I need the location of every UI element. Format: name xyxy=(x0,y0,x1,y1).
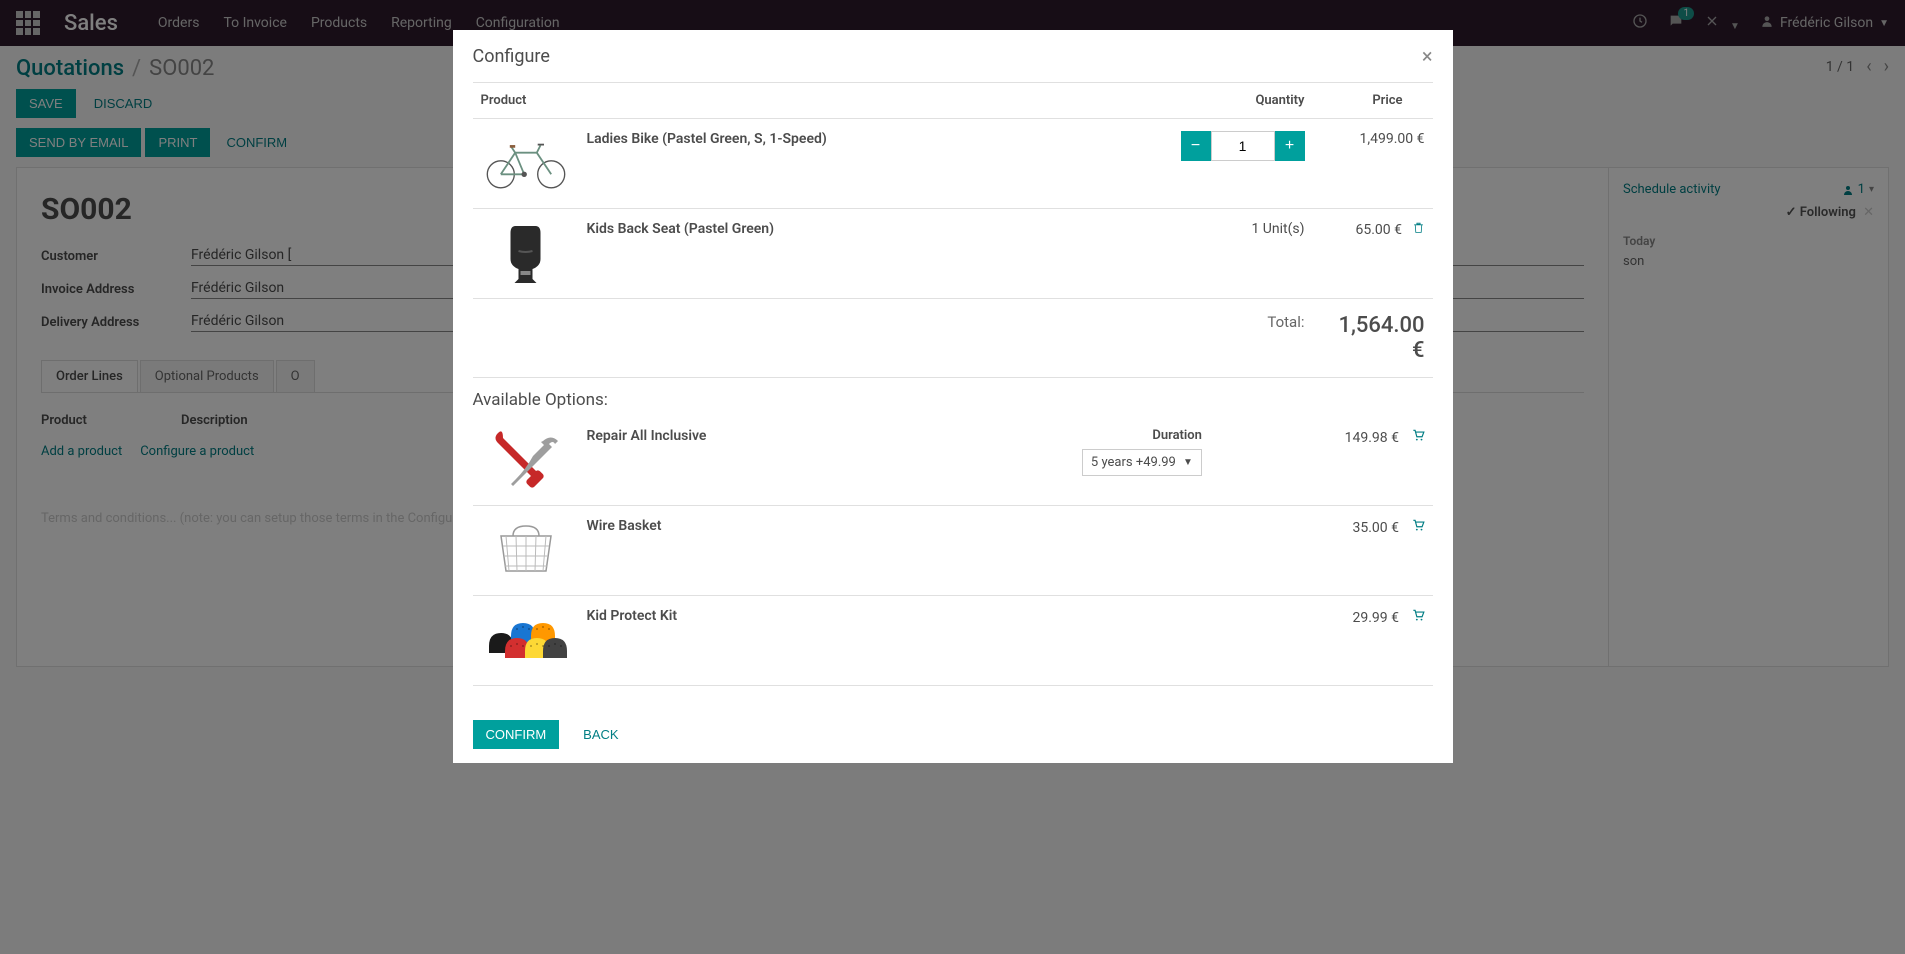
quantity-stepper: − + xyxy=(1181,131,1305,161)
trash-icon[interactable] xyxy=(1412,221,1425,238)
product-name: Ladies Bike (Pastel Green, S, 1-Speed) xyxy=(587,131,1145,147)
option-price: 149.98 € xyxy=(1345,430,1399,446)
line-qty-text: 1 Unit(s) xyxy=(1251,221,1304,237)
modal-footer: CONFIRM BACK xyxy=(453,706,1453,763)
qty-minus-button[interactable]: − xyxy=(1181,131,1211,161)
line-price: 65.00 € xyxy=(1356,222,1403,238)
product-image-seat xyxy=(481,221,571,286)
total-label: Total: xyxy=(473,299,1313,378)
option-name: Repair All Inclusive xyxy=(587,428,887,444)
options-table: Repair All Inclusive Duration 5 years +4… xyxy=(473,416,1433,686)
duration-select[interactable]: 5 years +49.99 ▼ xyxy=(1082,449,1202,476)
product-image-bike xyxy=(481,131,571,196)
option-name: Kid Protect Kit xyxy=(587,608,887,624)
th-product: Product xyxy=(473,83,1153,119)
th-quantity: Quantity xyxy=(1153,83,1313,119)
option-name: Wire Basket xyxy=(587,518,887,534)
line-price: 1,499.00 € xyxy=(1360,131,1425,147)
product-image-repair xyxy=(481,428,571,493)
qty-plus-button[interactable]: + xyxy=(1275,131,1305,161)
total-value: 1,564.00 € xyxy=(1313,299,1433,378)
config-table: Product Quantity Price xyxy=(473,82,1433,378)
config-line: Ladies Bike (Pastel Green, S, 1-Speed) −… xyxy=(473,119,1433,209)
th-price: Price xyxy=(1313,83,1433,119)
option-row: Kid Protect Kit 29.99 € xyxy=(473,596,1433,686)
modal-backdrop: Configure × Product Quantity Price xyxy=(0,0,1905,954)
chevron-down-icon: ▼ xyxy=(1183,457,1193,468)
back-button[interactable]: BACK xyxy=(571,721,630,748)
config-line: Kids Back Seat (Pastel Green) 1 Unit(s) … xyxy=(473,209,1433,299)
total-row: Total: 1,564.00 € xyxy=(473,299,1433,378)
cart-icon[interactable] xyxy=(1411,608,1425,626)
modal-title: Configure xyxy=(473,46,550,67)
option-attr-label: Duration xyxy=(902,428,1202,443)
cart-icon[interactable] xyxy=(1411,518,1425,536)
close-icon[interactable]: × xyxy=(1422,44,1433,68)
confirm-button[interactable]: CONFIRM xyxy=(473,720,560,749)
qty-input[interactable] xyxy=(1211,131,1275,161)
cart-icon[interactable] xyxy=(1411,428,1425,446)
product-image-helmets xyxy=(481,608,571,673)
option-price: 29.99 € xyxy=(1353,610,1400,626)
product-name: Kids Back Seat (Pastel Green) xyxy=(587,221,1145,237)
options-title: Available Options: xyxy=(473,378,1433,416)
configure-modal: Configure × Product Quantity Price xyxy=(453,30,1453,763)
option-row: Repair All Inclusive Duration 5 years +4… xyxy=(473,416,1433,506)
option-row: Wire Basket 35.00 € xyxy=(473,506,1433,596)
product-image-basket xyxy=(481,518,571,583)
option-price: 35.00 € xyxy=(1353,520,1400,536)
duration-value: 5 years +49.99 xyxy=(1091,455,1175,470)
